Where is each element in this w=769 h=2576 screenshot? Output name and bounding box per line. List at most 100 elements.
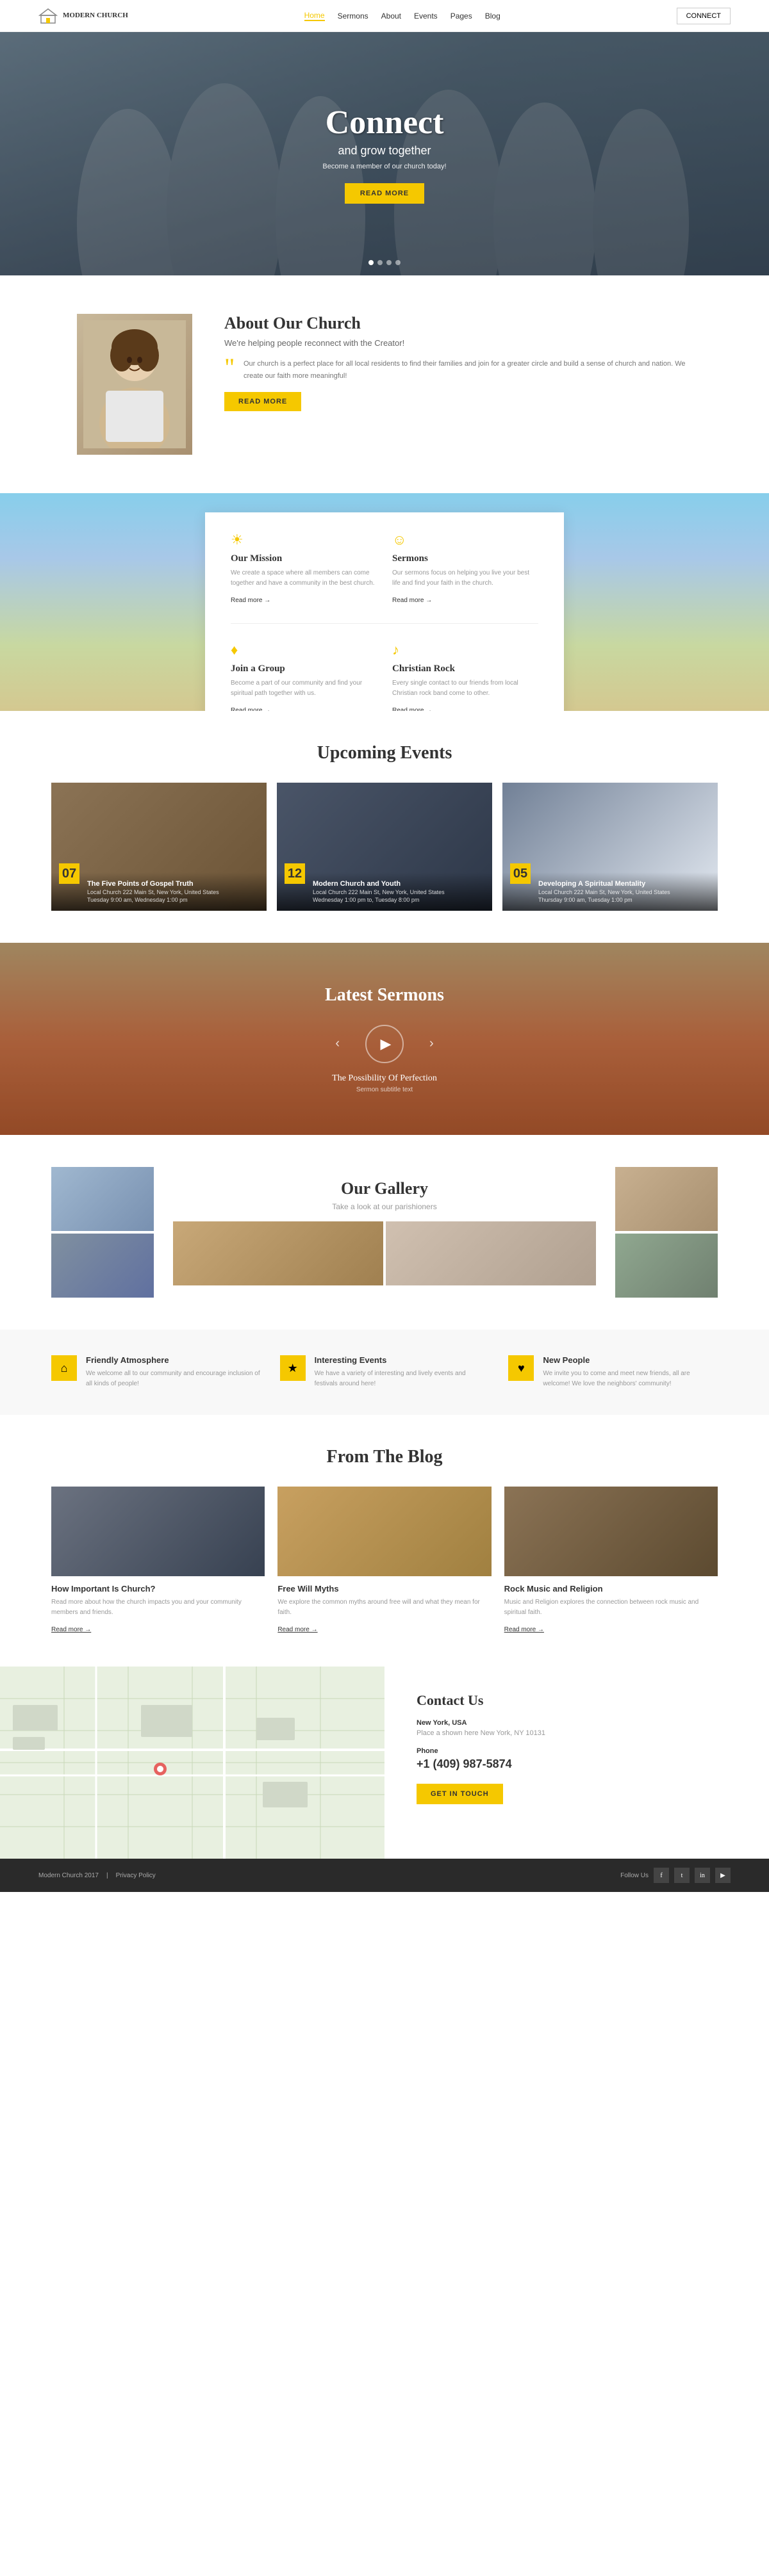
logo-text: MODERN CHURCH (63, 12, 128, 20)
about-image-wrapper (77, 314, 192, 455)
heart-icon: ♥ (518, 1362, 525, 1375)
hero-dot-3[interactable] (386, 260, 392, 265)
sermons-title: Latest Sermons (325, 985, 444, 1006)
mission-title-1: Our Mission (231, 553, 377, 564)
about-section: About Our Church We're helping people re… (0, 275, 769, 493)
mission-icon-3: ♦ (231, 642, 377, 658)
event-date-1: 07 (59, 863, 79, 884)
footer-copyright: Modern Church 2017 (38, 1872, 99, 1879)
sermon-subtitle: Sermon subtitle text (356, 1086, 413, 1093)
mission-icon-2: ☺ (392, 532, 538, 548)
blog-card-2: Free Will Myths We explore the common my… (277, 1487, 491, 1634)
sermons-player: ‹ ▶ › (335, 1025, 433, 1063)
contact-section: Contact Us New York, USA Place a shown h… (0, 1667, 769, 1859)
nav-about[interactable]: About (381, 12, 401, 20)
gallery-title: Our Gallery (173, 1179, 596, 1198)
hero-dot-1[interactable] (368, 260, 374, 265)
mission-read-more-2[interactable]: Read more → (392, 597, 432, 604)
blog-post-text-1: Read more about how the church impacts y… (51, 1597, 265, 1618)
logo-icon (38, 6, 58, 26)
blog-read-more-2[interactable]: Read more → (277, 1626, 317, 1633)
feature-2: ★ Interesting Events We have a variety o… (280, 1355, 490, 1389)
feature-content-2: Interesting Events We have a variety of … (315, 1355, 490, 1389)
blog-card-1: How Important Is Church? Read more about… (51, 1487, 265, 1634)
mission-card: ☀ Our Mission We create a space where al… (205, 512, 564, 711)
blog-title: From The Blog (51, 1447, 718, 1467)
blog-image-1 (51, 1487, 265, 1576)
youtube-icon[interactable]: ▶ (715, 1868, 731, 1883)
event-time-1: Tuesday 9:00 am, Wednesday 1:00 pm (87, 897, 259, 903)
hero-dot-2[interactable] (377, 260, 383, 265)
hero-read-more-button[interactable]: READ MORE (345, 183, 424, 204)
mission-title-2: Sermons (392, 553, 538, 564)
footer-left: Modern Church 2017 | Privacy Policy (38, 1872, 156, 1879)
gallery-img-right-2 (615, 1234, 718, 1298)
contact-address: Place a shown here New York, NY 10131 (417, 1729, 737, 1737)
feature-icon-3: ♥ (508, 1355, 534, 1381)
linkedin-icon[interactable]: in (695, 1868, 710, 1883)
mission-text-3: Become a part of our community and find … (231, 678, 377, 699)
sermons-next-button[interactable]: › (429, 1036, 434, 1051)
nav-home[interactable]: Home (304, 11, 325, 21)
about-title: About Our Church (224, 314, 692, 333)
hero-content: Connect and grow together Become a membe… (322, 104, 446, 204)
mission-section: ☀ Our Mission We create a space where al… (0, 493, 769, 711)
nav-pages[interactable]: Pages (451, 12, 472, 20)
sermon-title: The Possibility Of Perfection (332, 1073, 437, 1084)
contact-phone: +1 (409) 987-5874 (417, 1757, 737, 1771)
gallery-center-images (173, 1221, 596, 1285)
about-read-more-button[interactable]: READ MORE (224, 392, 301, 411)
features-section: ⌂ Friendly Atmosphere We welcome all to … (0, 1330, 769, 1415)
event-meta-1: Local Church 222 Main St, New York, Unit… (87, 889, 259, 895)
feature-title-3: New People (543, 1355, 718, 1365)
mission-grid: ☀ Our Mission We create a space where al… (231, 532, 538, 711)
blog-read-more-1[interactable]: Read more → (51, 1626, 91, 1633)
contact-info: Contact Us New York, USA Place a shown h… (384, 1667, 769, 1859)
mission-text-1: We create a space where all members can … (231, 568, 377, 589)
about-quote: " Our church is a perfect place for all … (224, 358, 692, 382)
sermons-prev-button[interactable]: ‹ (335, 1036, 340, 1051)
sermons-play-button[interactable]: ▶ (365, 1025, 404, 1063)
connect-button[interactable]: CONNECT (677, 8, 731, 24)
feature-1: ⌂ Friendly Atmosphere We welcome all to … (51, 1355, 261, 1389)
gallery-subtitle: Take a look at our parishioners (173, 1202, 596, 1211)
gallery-img-left-2 (51, 1234, 154, 1298)
events-section: Upcoming Events 07 The Five Points of Go… (0, 711, 769, 943)
footer-follow-label: Follow Us (620, 1872, 649, 1879)
footer-right: Follow Us f t in ▶ (620, 1868, 731, 1883)
feature-text-1: We welcome all to our community and enco… (86, 1369, 261, 1389)
hero-dot-4[interactable] (395, 260, 401, 265)
facebook-icon[interactable]: f (654, 1868, 669, 1883)
event-time-2: Wednesday 1:00 pm to, Tuesday 8:00 pm (313, 897, 484, 903)
gallery-img-right-1 (615, 1167, 718, 1231)
contact-title: Contact Us (417, 1692, 737, 1709)
footer-privacy-link[interactable]: Privacy Policy (116, 1872, 156, 1879)
mission-read-more-1[interactable]: Read more → (231, 597, 270, 604)
gallery-layout: Our Gallery Take a look at our parishion… (51, 1167, 718, 1298)
feature-content-3: New People We invite you to come and mee… (543, 1355, 718, 1389)
contact-phone-label: Phone (417, 1747, 737, 1755)
event-info-2: Modern Church and Youth Local Church 222… (285, 880, 484, 903)
event-card-2: 12 Modern Church and Youth Local Church … (277, 783, 492, 911)
mission-text-4: Every single contact to our friends from… (392, 678, 538, 699)
hero-title: Connect (322, 104, 446, 142)
blog-post-title-2: Free Will Myths (277, 1584, 491, 1594)
contact-get-in-touch-button[interactable]: GET IN TOUCH (417, 1784, 503, 1804)
blog-post-text-2: We explore the common myths around free … (277, 1597, 491, 1618)
mission-icon-1: ☀ (231, 532, 377, 548)
events-title: Upcoming Events (51, 743, 718, 763)
gallery-img-left-1 (51, 1167, 154, 1231)
event-overlay-3: 05 Developing A Spiritual Mentality Loca… (502, 872, 718, 911)
mission-item-1: ☀ Our Mission We create a space where al… (231, 532, 377, 605)
nav-sermons[interactable]: Sermons (338, 12, 368, 20)
mission-title-4: Christian Rock (392, 664, 538, 674)
blog-read-more-3[interactable]: Read more → (504, 1626, 544, 1633)
nav-blog[interactable]: Blog (485, 12, 500, 20)
home-icon: ⌂ (61, 1362, 68, 1375)
mission-read-more-4[interactable]: Read more → (392, 707, 432, 711)
twitter-icon[interactable]: t (674, 1868, 690, 1883)
nav-events[interactable]: Events (414, 12, 438, 20)
mission-read-more-3[interactable]: Read more → (231, 707, 270, 711)
gallery-left-images (51, 1167, 154, 1298)
event-time-3: Thursday 9:00 am, Tuesday 1:00 pm (538, 897, 710, 903)
